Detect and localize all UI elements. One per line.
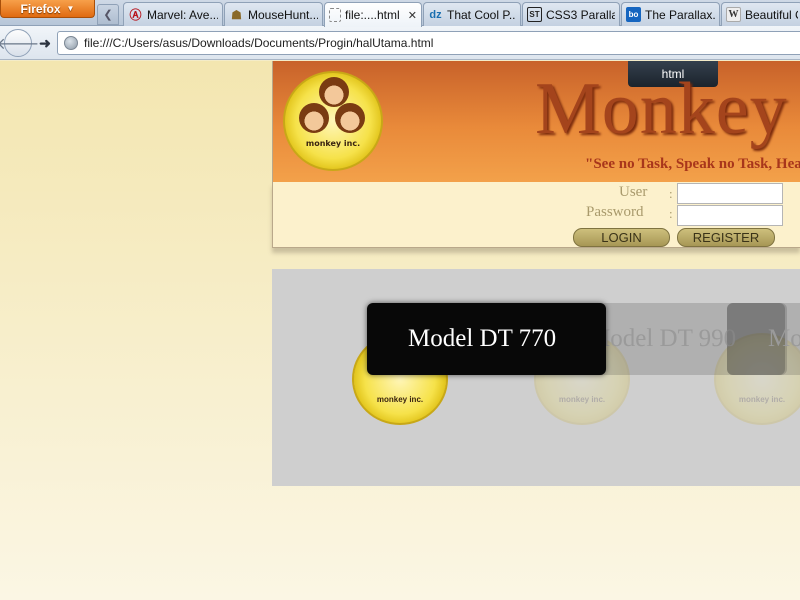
slide-caption-next[interactable]: Mo [727,303,800,375]
firefox-menu-label: Firefox [20,1,61,16]
tab-label: MouseHunt... [248,7,318,22]
monkey-face-icon [319,77,349,107]
site-tagline: "See no Task, Speak no Task, Hea [585,156,800,172]
login-button[interactable]: LOGIN [573,228,670,247]
monkey-face-icon [299,103,329,133]
password-label: Password [586,204,644,220]
logo-text: monkey inc. [738,395,786,404]
url-text: file:///C:/Users/asus/Downloads/Document… [84,36,434,50]
slide-caption-model-dt-770[interactable]: Model DT 770 [367,303,606,375]
logo-text: monkey inc. [376,395,424,404]
tab-label: Marvel: Ave... [147,7,218,22]
mousehunt-icon: ☗ [231,7,242,22]
st-icon: ST [527,7,542,22]
logo-text: monkey inc. [558,395,606,404]
firefox-menu-button[interactable]: Firefox ▼ [0,0,95,18]
globe-icon [64,36,78,50]
tab-that-cool[interactable]: dz That Cool P... [423,2,521,26]
user-label: User [619,184,648,200]
site-title: Monkey [535,68,788,150]
tab-marvel[interactable]: Ⓐ Marvel: Ave... [123,2,223,26]
user-colon: : [669,186,673,201]
tab-mousehunt[interactable]: ☗ MouseHunt... [224,2,323,26]
tab-label: The Parallax... [645,7,715,22]
chevron-left-icon: ❮ [103,9,113,21]
tab-label: That Cool P... [447,7,516,22]
tab-scroll-left-button[interactable]: ❮ [97,4,119,25]
tab-label: file:....html [345,8,400,22]
monkey-inc-logo: monkey inc. [283,71,383,171]
tab-current-file[interactable]: file:....html ✕ [324,2,422,27]
user-input[interactable] [677,183,783,204]
register-button[interactable]: REGISTER [677,228,775,247]
navigation-toolbar: 🡐 ➜ file:///C:/Users/asus/Downloads/Docu… [0,26,800,60]
site-header: monkey inc. html Monkey "See no Task, Sp… [272,61,800,182]
blank-page-icon [329,8,341,22]
tab-beautiful[interactable]: W Beautiful C [721,2,800,26]
avengers-icon: Ⓐ [129,8,142,22]
tab-css3-parallax[interactable]: ST CSS3 Paralla... [522,2,620,26]
caret-down-icon: ▼ [66,4,75,13]
monkey-face-icon [335,103,365,133]
wiki-icon: W [726,7,741,22]
tab-bar: Firefox ▼ ❮ Ⓐ Marvel: Ave... ☗ MouseHunt… [0,0,800,27]
tab-label: CSS3 Paralla... [546,7,615,22]
logo-text: monkey inc. [305,139,361,148]
password-colon: : [669,206,673,221]
dzone-icon: dz [429,8,442,21]
tab-label: Beautiful C [745,7,798,22]
bo-icon: bo [626,7,641,22]
url-bar[interactable]: file:///C:/Users/asus/Downloads/Document… [57,31,800,55]
forward-button[interactable]: ➜ [34,34,56,52]
page-body: monkey inc. html Monkey "See no Task, Sp… [0,61,800,600]
login-panel: User Password : : LOGIN REGISTER [272,182,800,248]
close-icon[interactable]: ✕ [408,9,417,22]
tab-the-parallax[interactable]: bo The Parallax... [621,2,720,26]
back-button[interactable]: 🡐 [0,29,39,57]
password-input[interactable] [677,205,783,226]
product-slider: monkey inc. monkey inc. monkey inc. Mode… [272,269,800,486]
arrow-right-icon: ➜ [39,34,51,51]
